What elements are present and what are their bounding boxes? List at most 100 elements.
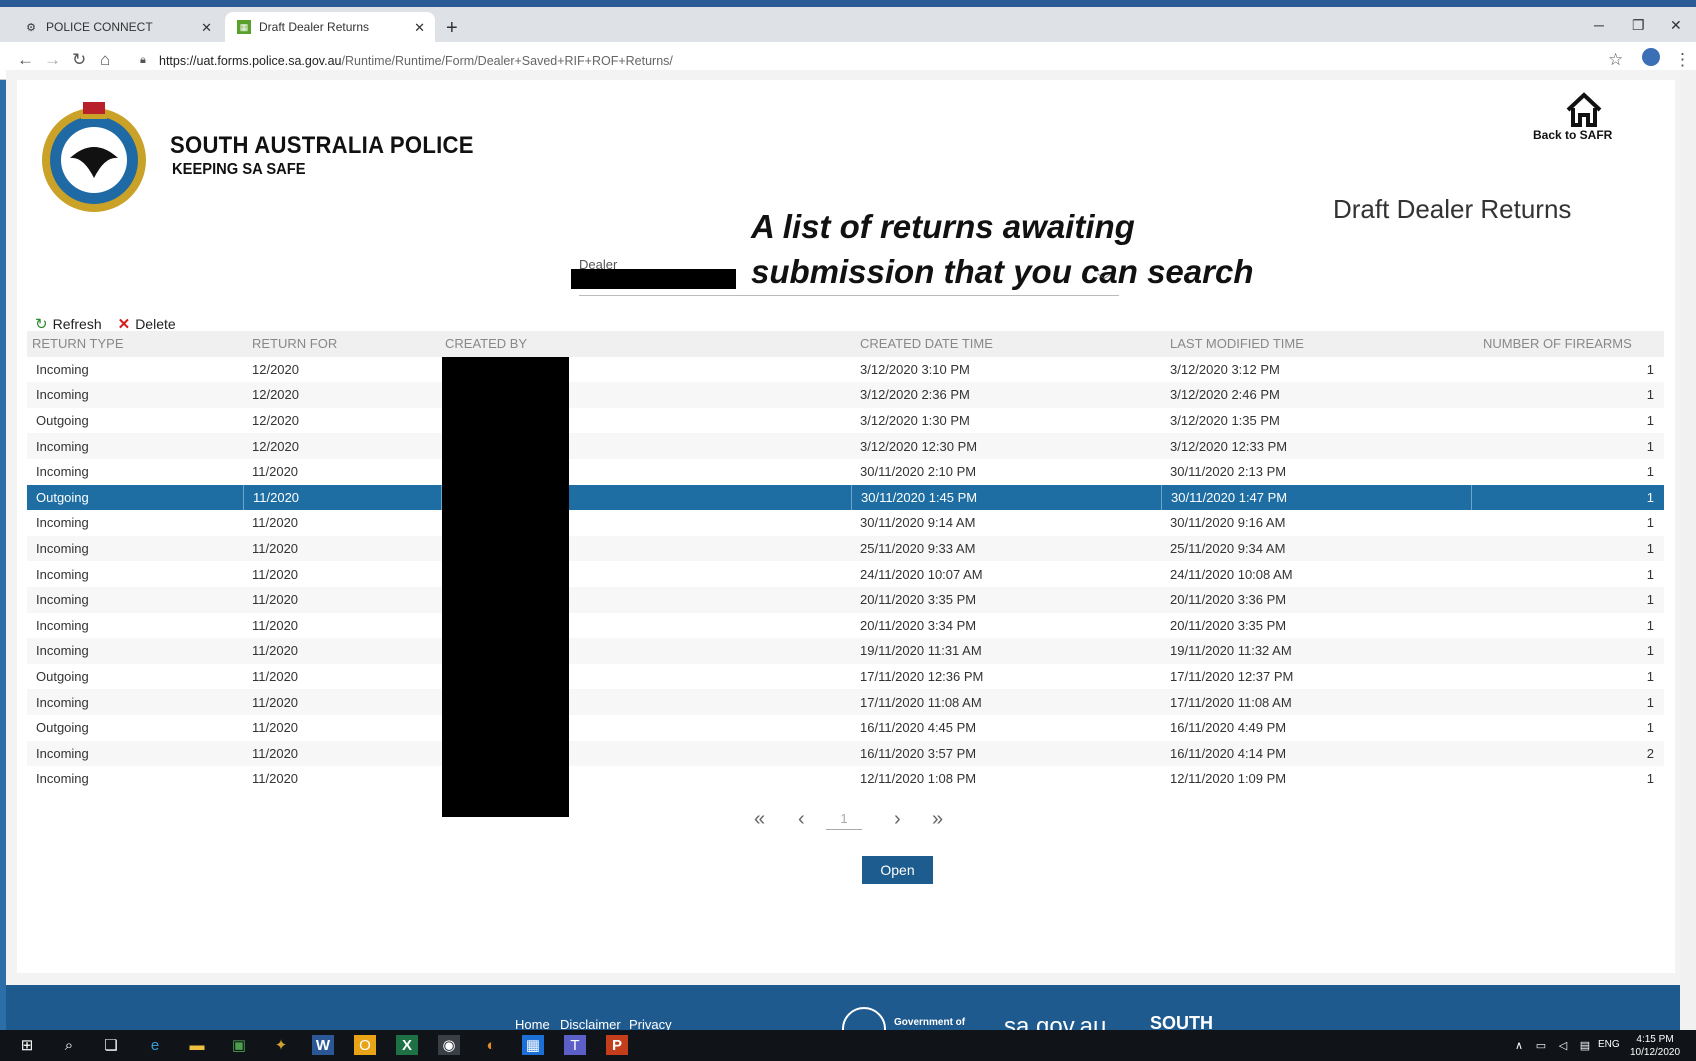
column-header-last-modified-time[interactable]: LAST MODIFIED TIME <box>1161 331 1471 357</box>
file-explorer-icon[interactable]: ▬ <box>186 1035 208 1055</box>
word-icon[interactable]: W <box>312 1035 334 1055</box>
cell-created-date-time: 3/12/2020 3:10 PM <box>860 361 970 377</box>
table-row[interactable]: Incoming 11/2020 25/11/2020 9:33 AM 25/11/2… <box>27 535 1664 562</box>
profile-avatar-icon[interactable] <box>1642 48 1660 66</box>
close-icon[interactable]: ✕ <box>201 20 212 36</box>
restore-icon[interactable]: ❐ <box>1632 17 1645 34</box>
notification-icon[interactable]: ▤ <box>1574 1035 1596 1055</box>
cell-return-for: 11/2020 <box>243 484 441 511</box>
table-row[interactable]: Incoming 11/2020 30/11/2020 2:10 PM 30/11/2… <box>27 459 1664 485</box>
excel-icon[interactable]: X <box>396 1035 418 1055</box>
column-header-created-date-time[interactable]: CREATED DATE TIME <box>851 331 1161 357</box>
cell-return-type: Outgoing <box>36 720 89 736</box>
cell-last-modified-time: 12/11/2020 1:09 PM <box>1170 771 1287 787</box>
forward-arrow-icon[interactable]: → <box>44 50 61 70</box>
cell-last-modified-time: 20/11/2020 3:36 PM <box>1170 592 1287 608</box>
home-icon[interactable]: ⌂ <box>100 50 110 70</box>
cell-last-modified-time: 30/11/2020 9:16 AM <box>1170 515 1286 531</box>
windows-taskbar: ⊞ ⌕ ❏ e ▬ ▣ ✦ W O X ◉ ◐ ▦ T P ∧ ▭ ◁ ▤ EN… <box>0 1030 1696 1061</box>
cell-return-type: Outgoing <box>36 489 89 505</box>
table-row[interactable]: Outgoing 11/2020 17/11/2020 12:36 PM 17/11/… <box>27 664 1664 690</box>
first-page-icon[interactable]: « <box>754 808 765 831</box>
open-button[interactable]: Open <box>862 856 933 884</box>
close-icon[interactable]: ✕ <box>414 20 425 36</box>
tab-draft-dealer-returns[interactable]: ▦ Draft Dealer Returns ✕ <box>225 12 435 42</box>
column-header-return-for[interactable]: RETURN FOR <box>243 331 441 357</box>
table-row[interactable]: Incoming 12/2020 3/12/2020 12:30 PM 3/12/20… <box>27 433 1664 459</box>
cell-last-modified-time: 24/11/2020 10:08 AM <box>1170 566 1293 582</box>
home-icon[interactable] <box>1565 92 1603 128</box>
powerpoint-icon[interactable]: P <box>606 1035 628 1055</box>
minimize-icon[interactable]: ─ <box>1594 17 1604 33</box>
cell-return-type: Incoming <box>36 387 89 403</box>
cell-number-of-firearms: 1 <box>1646 438 1654 454</box>
app-icon[interactable]: ◐ <box>480 1035 502 1055</box>
menu-kebab-icon[interactable]: ⋮ <box>1674 50 1691 70</box>
column-header-created-by[interactable]: CREATED BY <box>441 331 851 357</box>
language-indicator[interactable]: ENG <box>1598 1039 1620 1050</box>
cell-return-type: Incoming <box>36 361 89 377</box>
chevron-down-icon[interactable]: ⌵ <box>1097 266 1112 283</box>
app-icon[interactable]: ✦ <box>270 1035 292 1055</box>
table-row[interactable]: Incoming 11/2020 20/11/2020 3:35 PM 20/11/2… <box>27 586 1664 613</box>
table-row[interactable]: Outgoing 12/2020 3/12/2020 1:30 PM 3/12/202… <box>27 408 1664 434</box>
cell-number-of-firearms: 1 <box>1646 464 1654 480</box>
footer-link-home[interactable]: Home <box>515 1017 550 1030</box>
table-row[interactable]: Incoming 11/2020 20/11/2020 3:34 PM 20/11/2… <box>27 613 1664 639</box>
column-header-number-of-firearms[interactable]: NUMBER OF FIREARMS <box>1471 331 1664 357</box>
org-motto: KEEPING SA SAFE <box>172 161 306 178</box>
table-row[interactable]: Incoming 11/2020 30/11/2020 9:14 AM 30/11/2… <box>27 510 1664 536</box>
back-arrow-icon[interactable]: ← <box>17 50 34 70</box>
cell-created-date-time: 17/11/2020 11:08 AM <box>860 694 982 710</box>
back-to-safr-link[interactable]: Back to SAFR <box>1533 128 1612 142</box>
search-icon[interactable]: ⌕ <box>58 1035 80 1055</box>
tab-police-connect[interactable]: ⚙ POLICE CONNECT ✕ <box>12 12 222 42</box>
cell-created-date-time: 16/11/2020 3:57 PM <box>860 745 977 761</box>
table-row[interactable]: Incoming 11/2020 12/11/2020 1:08 PM 12/11/2… <box>27 766 1664 792</box>
chrome-icon[interactable]: ◉ <box>438 1035 460 1055</box>
last-page-icon[interactable]: » <box>932 808 943 831</box>
teams-icon[interactable]: T <box>564 1035 586 1055</box>
page-number-input[interactable]: 1 <box>826 808 862 830</box>
task-view-icon[interactable]: ❏ <box>100 1035 122 1055</box>
table-row[interactable]: Incoming 11/2020 16/11/2020 3:57 PM 16/11/2… <box>27 740 1664 767</box>
column-header-return-type[interactable]: RETURN TYPE <box>27 331 243 357</box>
close-window-icon[interactable]: ✕ <box>1670 17 1682 34</box>
cell-created-date-time: 3/12/2020 2:36 PM <box>860 387 970 403</box>
bookmark-star-icon[interactable]: ☆ <box>1608 50 1623 70</box>
windows-start-icon[interactable]: ⊞ <box>16 1035 38 1055</box>
tray-chevron-icon[interactable]: ∧ <box>1508 1035 1530 1055</box>
table-row[interactable]: Outgoing 11/2020 16/11/2020 4:45 PM 16/11/2… <box>27 715 1664 741</box>
cell-number-of-firearms: 1 <box>1646 566 1654 582</box>
table-row[interactable]: Incoming 11/2020 17/11/2020 11:08 AM 17/11/… <box>27 689 1664 715</box>
cell-return-type: Incoming <box>36 643 89 659</box>
edge-browser-icon[interactable]: e <box>144 1035 166 1055</box>
table-row[interactable]: Outgoing 11/2020 30/11/2020 1:45 PM 30/11/2… <box>27 484 1664 511</box>
table-row[interactable]: Incoming 12/2020 3/12/2020 3:10 PM 3/12/202… <box>27 357 1664 383</box>
cell-last-modified-time: 16/11/2020 4:14 PM <box>1170 745 1287 761</box>
cell-return-type: Incoming <box>36 566 89 582</box>
page-scrollbar[interactable] <box>1680 70 1696 1030</box>
redaction-bar <box>442 357 569 817</box>
cell-return-for: 11/2020 <box>252 617 299 633</box>
footer-link-privacy[interactable]: Privacy <box>629 1017 672 1030</box>
reload-icon[interactable]: ↻ <box>72 50 86 70</box>
new-tab-plus-icon[interactable]: + <box>446 17 458 40</box>
table-row[interactable]: Incoming 11/2020 24/11/2020 10:07 AM 24/11/… <box>27 561 1664 587</box>
calculator-icon[interactable]: ▦ <box>522 1035 544 1055</box>
delete-label: Delete <box>135 316 176 332</box>
app-icon[interactable]: ▣ <box>228 1035 250 1055</box>
outlook-icon[interactable]: O <box>354 1035 376 1055</box>
footer-link-disclaimer[interactable]: Disclaimer <box>560 1017 621 1030</box>
table-row[interactable]: Incoming 12/2020 3/12/2020 2:36 PM 3/12/202… <box>27 382 1664 408</box>
cell-number-of-firearms: 2 <box>1646 745 1654 761</box>
network-icon[interactable]: ▭ <box>1530 1035 1552 1055</box>
volume-icon[interactable]: ◁ <box>1552 1035 1574 1055</box>
previous-page-icon[interactable]: ‹ <box>798 808 805 831</box>
cell-return-type: Outgoing <box>36 669 89 685</box>
taskbar-clock[interactable]: 4:15 PM 10/12/2020 <box>1630 1033 1680 1059</box>
next-page-icon[interactable]: › <box>894 808 901 831</box>
sagov-logo-text[interactable]: sa.gov.au <box>1004 1013 1106 1030</box>
clock-date: 10/12/2020 <box>1630 1047 1681 1058</box>
table-row[interactable]: Incoming 11/2020 19/11/2020 11:31 AM 19/11/… <box>27 638 1664 664</box>
